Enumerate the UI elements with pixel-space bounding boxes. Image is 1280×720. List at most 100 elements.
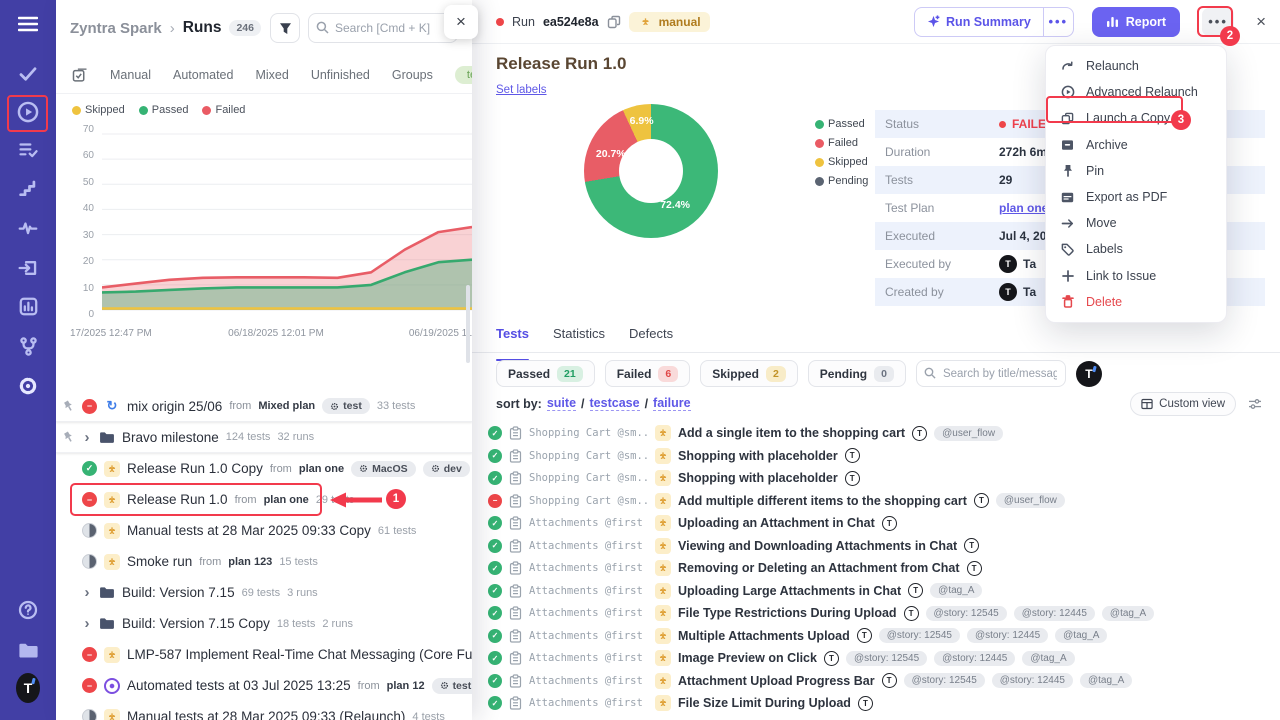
sort-by-suite[interactable]: suite xyxy=(547,396,576,411)
tab-unfinished[interactable]: Unfinished xyxy=(311,68,370,82)
user-avatar[interactable]: T xyxy=(16,676,40,700)
run-row[interactable]: Manual tests at 28 Mar 2025 09:33 Copy61… xyxy=(56,515,472,546)
run-summary-button[interactable]: Run Summary xyxy=(915,8,1043,36)
menu-item-move[interactable]: Move xyxy=(1046,210,1226,236)
test-row[interactable]: ✓Attachments @firstImage Preview on Clic… xyxy=(488,647,1280,670)
trash-icon xyxy=(1060,295,1075,308)
testcases-icon[interactable] xyxy=(16,138,40,162)
close-panel-button[interactable]: × xyxy=(444,5,478,39)
filter-skipped[interactable]: Skipped2 xyxy=(700,360,798,387)
test-row[interactable]: ✓Attachments @firstFile Size Limit Durin… xyxy=(488,692,1280,715)
assignee-avatar[interactable]: T xyxy=(1076,361,1102,387)
menu-item-labels[interactable]: Labels xyxy=(1046,236,1226,262)
menu-item-archive[interactable]: Archive xyxy=(1046,132,1226,158)
help-icon[interactable] xyxy=(16,598,40,622)
run-group-row-pinned[interactable]: ›Bravo milestone124 tests32 runs xyxy=(56,422,472,453)
assignee-avatar: T xyxy=(857,628,872,643)
report-button[interactable]: Report xyxy=(1092,7,1180,37)
assignee-avatar: T xyxy=(858,696,873,711)
chevron-right-icon[interactable]: › xyxy=(82,584,92,601)
run-group-row[interactable]: ›Build: Version 7.1569 tests3 runs xyxy=(56,577,472,608)
set-labels-link[interactable]: Set labels xyxy=(496,84,547,96)
chevron-right-icon[interactable]: › xyxy=(82,615,92,632)
close-icon[interactable]: × xyxy=(1256,12,1266,32)
sort-by-testcase[interactable]: testcase xyxy=(590,396,640,411)
test-row[interactable]: ✓Shopping Cart @sm...Shopping with place… xyxy=(488,445,1280,468)
import-icon[interactable] xyxy=(16,256,40,280)
gear-icon[interactable] xyxy=(16,374,40,398)
chevron-right-icon[interactable]: › xyxy=(82,429,92,446)
manual-test-icon xyxy=(655,448,671,464)
runs-search-input[interactable] xyxy=(308,13,458,43)
manual-test-icon xyxy=(655,628,671,644)
tag-filter-chip[interactable]: test xyxy=(455,66,472,84)
run-group-row[interactable]: ›Build: Version 7.15 Copy18 tests2 runs xyxy=(56,608,472,639)
run-row[interactable]: Smoke runfromplan 12315 tests xyxy=(56,546,472,577)
folder-icon[interactable] xyxy=(16,638,40,662)
y-axis-labels: 706050403020100 xyxy=(64,124,94,320)
run-row[interactable]: −LMP-587 Implement Real-Time Chat Messag… xyxy=(56,639,472,670)
annotation-step-2: 2 xyxy=(1220,26,1240,46)
breadcrumb-separator: › xyxy=(170,20,175,37)
passed-icon: ✓ xyxy=(488,584,502,598)
test-search-input[interactable] xyxy=(916,360,1066,387)
menu-item-advanced-relaunch[interactable]: Advanced Relaunch xyxy=(1046,79,1226,105)
filter-button[interactable] xyxy=(270,13,300,43)
sliders-icon[interactable] xyxy=(1248,398,1262,410)
tab-mixed[interactable]: Mixed xyxy=(255,68,288,82)
automated-run-icon xyxy=(104,678,120,694)
sort-by-failure[interactable]: failure xyxy=(653,396,691,411)
tab-automated[interactable]: Automated xyxy=(173,68,233,82)
env-chip: test xyxy=(322,398,370,414)
run-row-pinned[interactable]: −↻mix origin 25/06fromMixed plantest33 t… xyxy=(56,391,472,422)
menu-item-link-to-issue[interactable]: Link to Issue xyxy=(1046,263,1226,289)
filter-failed[interactable]: Failed6 xyxy=(605,360,691,387)
run-row[interactable]: Manual tests at 28 Mar 2025 09:33 (Relau… xyxy=(56,701,472,720)
menu-icon[interactable] xyxy=(16,12,40,36)
test-row[interactable]: ✓Shopping Cart @sm...Shopping with place… xyxy=(488,467,1280,490)
test-row[interactable]: ✓Attachments @firstAttachment Upload Pro… xyxy=(488,670,1280,693)
runs-header: Zyntra Spark › Runs 246 xyxy=(56,0,472,56)
skipped-legend-dot xyxy=(72,106,81,115)
select-all-icon[interactable] xyxy=(72,67,88,82)
test-row[interactable]: ✓Attachments @firstMultiple Attachments … xyxy=(488,625,1280,648)
menu-item-delete[interactable]: Delete xyxy=(1046,289,1226,315)
tab-manual[interactable]: Manual xyxy=(110,68,151,82)
pulse-icon[interactable] xyxy=(16,216,40,240)
steps-icon[interactable] xyxy=(16,176,40,200)
test-row[interactable]: ✓Attachments @firstViewing and Downloadi… xyxy=(488,535,1280,558)
menu-item-relaunch[interactable]: Relaunch xyxy=(1046,53,1226,79)
manual-run-icon xyxy=(104,523,120,539)
breadcrumb-project[interactable]: Zyntra Spark xyxy=(70,20,162,37)
custom-view-button[interactable]: Custom view xyxy=(1130,392,1236,416)
test-row[interactable]: ✓Attachments @firstUploading Large Attac… xyxy=(488,580,1280,603)
passed-icon: ✓ xyxy=(488,696,502,710)
test-row[interactable]: ✓Attachments @firstUploading an Attachme… xyxy=(488,512,1280,535)
run-row-selected[interactable]: −Release Run 1.0fromplan one29 tests xyxy=(56,484,472,515)
copy-icon[interactable] xyxy=(607,15,621,29)
run-summary-more-icon[interactable]: ••• xyxy=(1043,8,1073,36)
menu-item-launch-a-copy[interactable]: Launch a Copy xyxy=(1046,105,1226,131)
check-icon[interactable] xyxy=(16,62,40,86)
filter-pending[interactable]: Pending0 xyxy=(808,360,906,387)
runs-play-icon[interactable] xyxy=(16,100,40,124)
tab-groups[interactable]: Groups xyxy=(392,68,433,82)
tab-defects[interactable]: Defects xyxy=(629,326,673,352)
test-row[interactable]: ✓Attachments @firstFile Type Restriction… xyxy=(488,602,1280,625)
test-row[interactable]: ✓Shopping Cart @sm...Add a single item t… xyxy=(488,422,1280,445)
filter-passed[interactable]: Passed21 xyxy=(496,360,595,387)
menu-item-pin[interactable]: Pin xyxy=(1046,158,1226,184)
menu-item-export-pdf[interactable]: Export as PDF xyxy=(1046,184,1226,210)
branch-icon[interactable] xyxy=(16,334,40,358)
donut-skipped-label: 6.9% xyxy=(630,115,654,127)
tab-tests[interactable]: Tests xyxy=(496,326,529,352)
test-row[interactable]: −Shopping Cart @sm...Add multiple differ… xyxy=(488,490,1280,513)
tab-statistics[interactable]: Statistics xyxy=(553,326,605,352)
run-row[interactable]: −Automated tests at 03 Jul 2025 13:25fro… xyxy=(56,670,472,701)
scrollbar[interactable] xyxy=(466,285,470,363)
analytics-icon[interactable] xyxy=(16,294,40,318)
partial-icon xyxy=(82,709,97,720)
test-row[interactable]: ✓Attachments @firstRemoving or Deleting … xyxy=(488,557,1280,580)
run-row[interactable]: ✓Release Run 1.0 Copyfromplan oneMacOSde… xyxy=(56,453,472,484)
test-plan-link[interactable]: plan one xyxy=(999,201,1048,215)
